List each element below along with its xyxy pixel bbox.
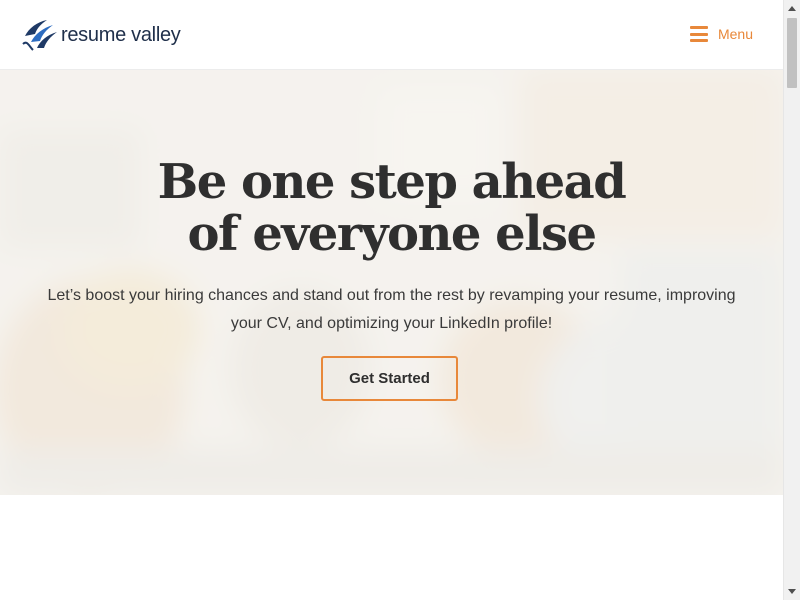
menu-label: Menu: [717, 26, 753, 42]
hero-section: Be one step ahead of everyone else Let’s…: [0, 69, 783, 495]
hero-title-line-2: of everyone else: [187, 206, 597, 262]
vertical-scrollbar[interactable]: [783, 0, 800, 600]
scroll-down-arrow-icon[interactable]: [784, 583, 800, 600]
logo-text: resume valley: [61, 24, 181, 46]
menu-button[interactable]: Menu: [689, 22, 753, 46]
site-logo-link[interactable]: resume valley: [19, 13, 181, 55]
scrollbar-thumb[interactable]: [787, 18, 797, 88]
hero-subtitle: Let’s boost your hiring chances and stan…: [47, 287, 736, 332]
hero-content: Be one step ahead of everyone else Let’s…: [0, 69, 783, 495]
hero-title: Be one step ahead of everyone else: [0, 156, 783, 260]
browser-page: resume valley Menu Be one step ahead of …: [0, 0, 800, 600]
scroll-up-arrow-icon[interactable]: [784, 0, 800, 17]
page-viewport: resume valley Menu Be one step ahead of …: [0, 0, 783, 600]
get-started-button[interactable]: Get Started: [321, 356, 458, 401]
content-section: [0, 495, 783, 600]
hero-title-line-1: Be one step ahead: [157, 154, 627, 210]
resume-valley-logo-icon: [22, 20, 57, 51]
hamburger-icon: [689, 26, 708, 42]
site-header: resume valley Menu: [0, 0, 783, 70]
